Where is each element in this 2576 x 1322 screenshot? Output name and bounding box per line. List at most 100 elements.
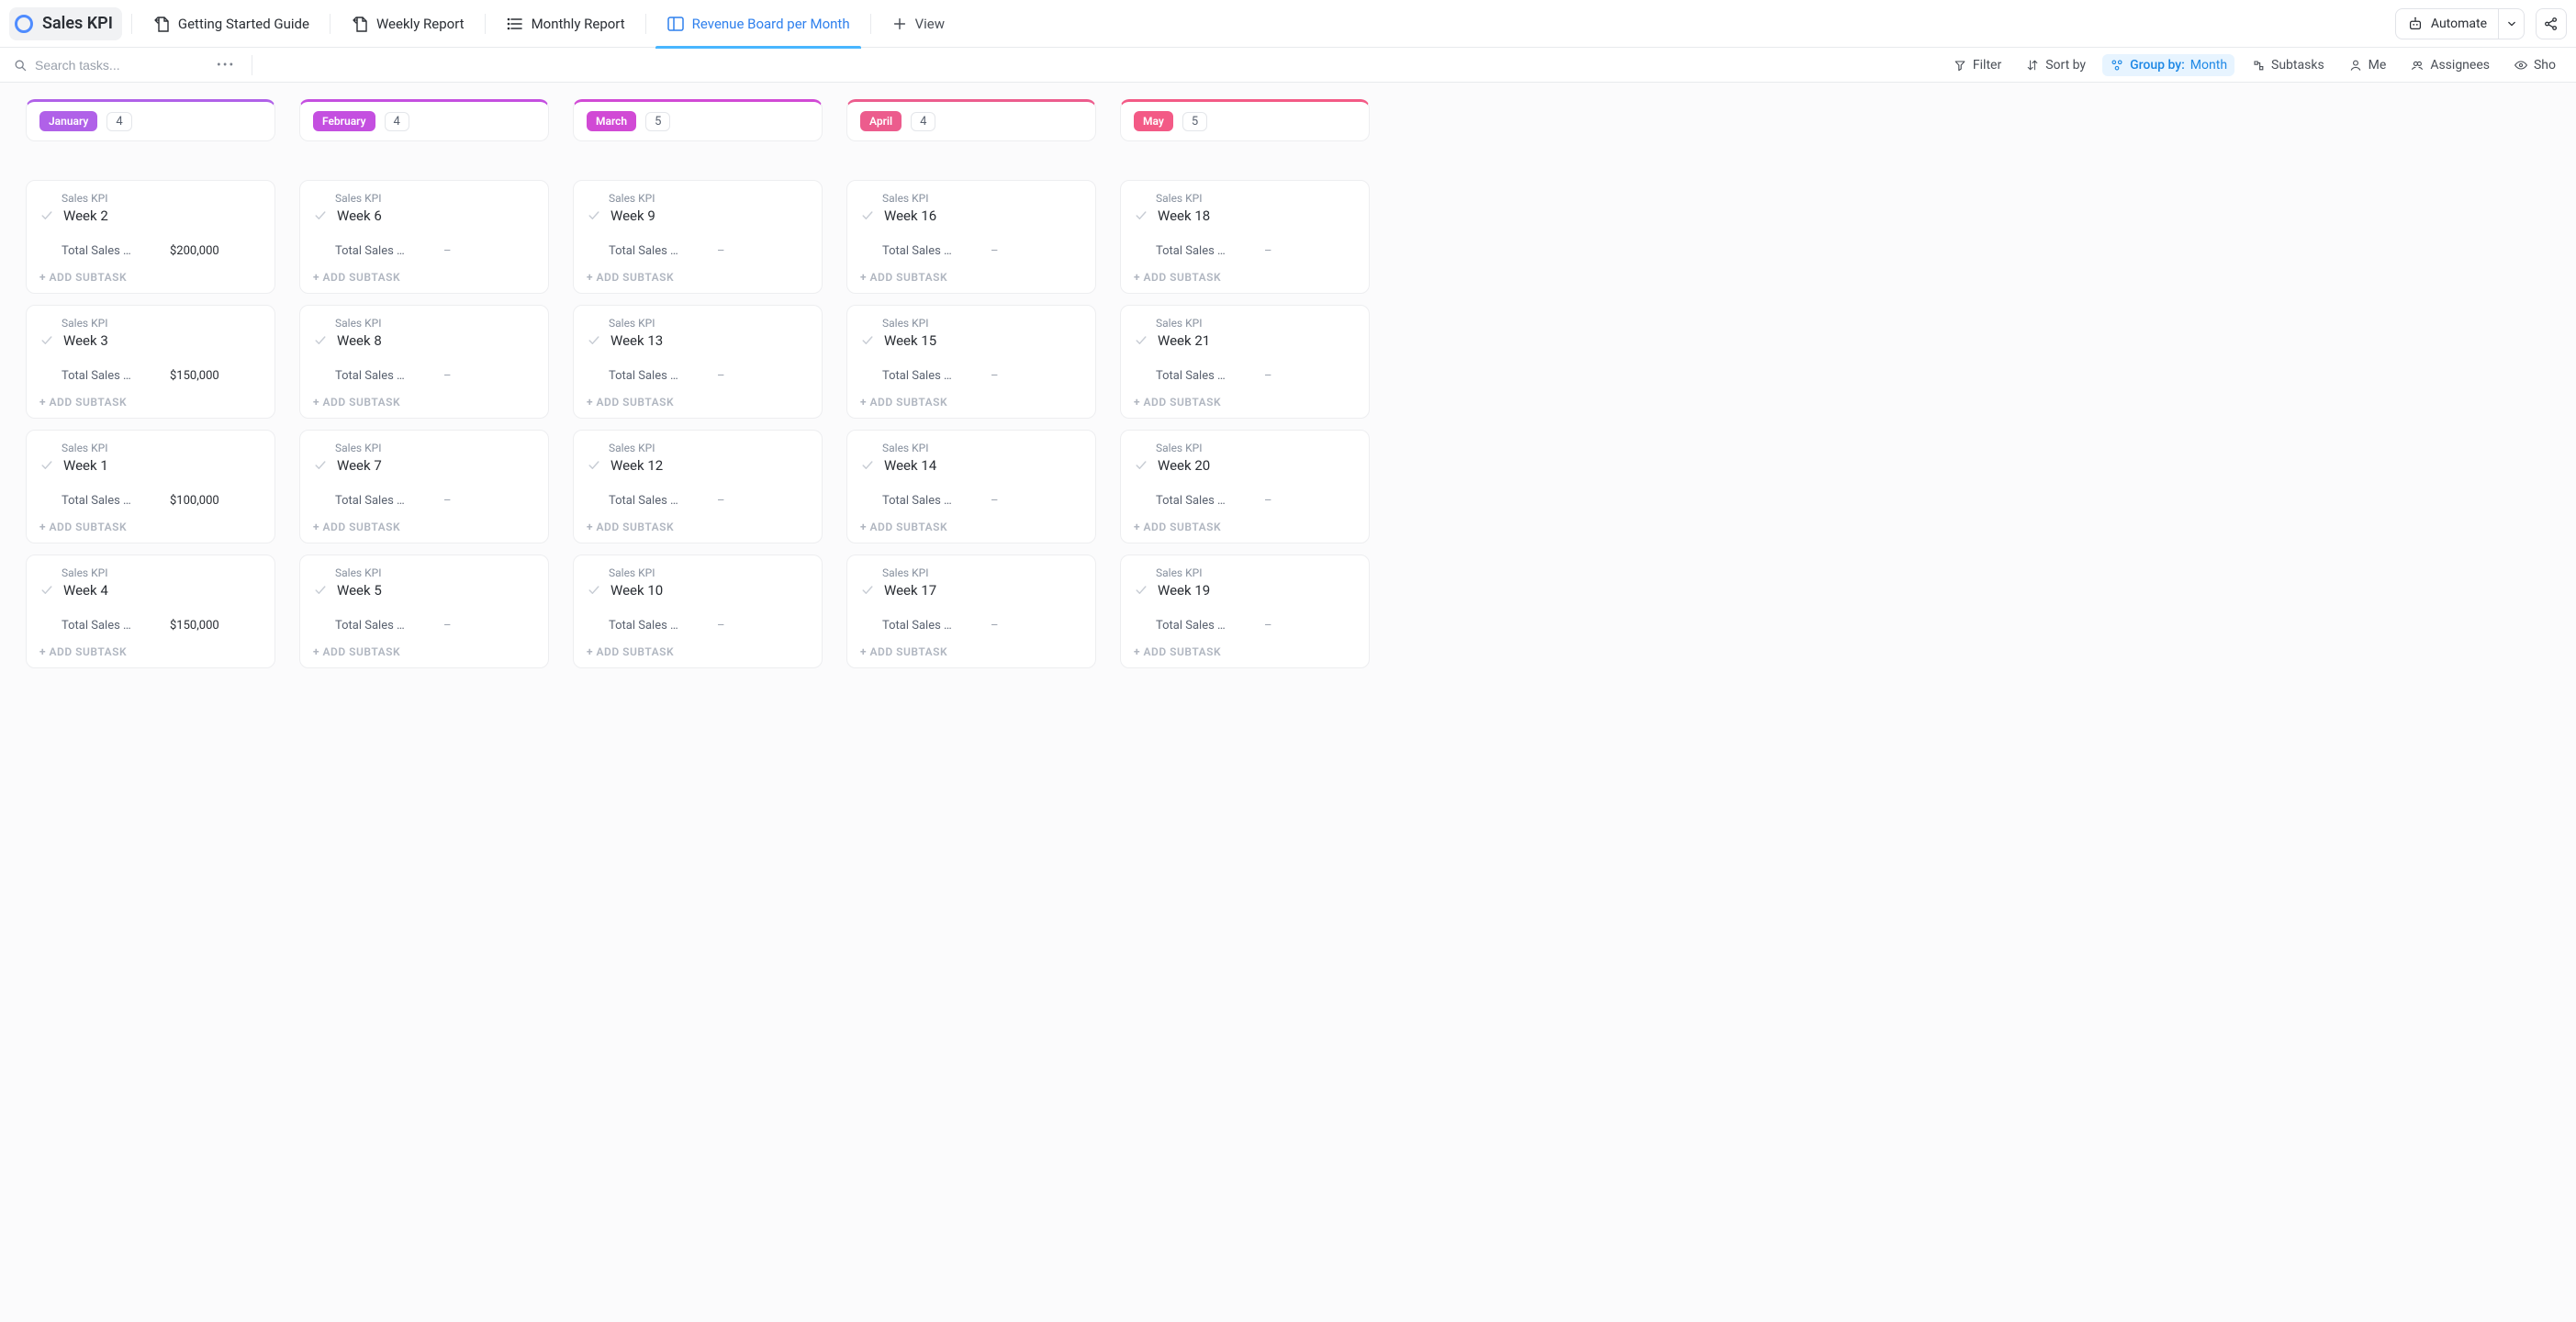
board-scroll[interactable]: January4 Sales KPIWeek 2Total Sales …$200… [0,83,2576,1322]
task-card[interactable]: Sales KPIWeek 19Total Sales …–ADD SUBTAS… [1120,555,1370,668]
field-label: Total Sales … [335,494,443,508]
add-subtask-button[interactable]: ADD SUBTASK [313,396,535,409]
task-card[interactable]: Sales KPIWeek 15Total Sales …–ADD SUBTAS… [846,305,1096,419]
add-subtask-button[interactable]: ADD SUBTASK [860,396,1082,409]
task-card[interactable]: Sales KPIWeek 10Total Sales …–ADD SUBTAS… [573,555,823,668]
tab-getting-started[interactable]: Getting Started Guide [141,0,320,48]
add-subtask-button[interactable]: ADD SUBTASK [39,271,262,284]
add-subtask-button[interactable]: ADD SUBTASK [860,645,1082,658]
task-card[interactable]: Sales KPIWeek 20Total Sales …–ADD SUBTAS… [1120,430,1370,543]
check-icon[interactable] [313,208,328,223]
more-options-button[interactable]: ••• [209,54,242,76]
task-card[interactable]: Sales KPIWeek 3Total Sales …$150,000ADD … [26,305,275,419]
me-button[interactable]: Me [2341,54,2394,76]
add-subtask-button[interactable]: ADD SUBTASK [313,645,535,658]
task-card[interactable]: Sales KPIWeek 5Total Sales …–ADD SUBTASK [299,555,549,668]
add-subtask-button[interactable]: ADD SUBTASK [1134,271,1356,284]
check-icon[interactable] [587,458,601,473]
task-project-label: Sales KPI [860,192,1082,205]
field-value-empty: – [717,494,725,508]
chevron-down-icon [2504,17,2519,31]
column-header[interactable]: January4 [26,99,275,141]
task-card[interactable]: Sales KPIWeek 16Total Sales …–ADD SUBTAS… [846,180,1096,294]
check-icon[interactable] [1134,583,1148,598]
field-label: Total Sales … [335,244,443,258]
add-subtask-button[interactable]: ADD SUBTASK [1134,645,1356,658]
list-title-chip[interactable]: Sales KPI [9,7,122,40]
check-icon[interactable] [587,208,601,223]
check-icon[interactable] [39,208,54,223]
task-card[interactable]: Sales KPIWeek 8Total Sales …–ADD SUBTASK [299,305,549,419]
check-icon[interactable] [1134,333,1148,348]
check-icon[interactable] [313,333,328,348]
add-subtask-button[interactable]: ADD SUBTASK [1134,521,1356,533]
add-subtask-button[interactable]: ADD SUBTASK [587,521,809,533]
add-subtask-button[interactable]: ADD SUBTASK [587,645,809,658]
assignees-button[interactable]: Assignees [2402,54,2497,76]
column-header[interactable]: February4 [299,99,549,141]
check-icon[interactable] [39,333,54,348]
add-subtask-button[interactable]: ADD SUBTASK [587,271,809,284]
group-by-button[interactable]: Group by: Month [2102,54,2234,76]
check-icon[interactable] [860,458,875,473]
task-card[interactable]: Sales KPIWeek 17Total Sales …–ADD SUBTAS… [846,555,1096,668]
task-card[interactable]: Sales KPIWeek 2Total Sales …$200,000ADD … [26,180,275,294]
add-subtask-button[interactable]: ADD SUBTASK [313,271,535,284]
check-icon[interactable] [860,208,875,223]
field-value-empty: – [991,244,999,258]
check-icon[interactable] [313,458,328,473]
subtasks-button[interactable]: Subtasks [2244,54,2332,76]
field-value-empty: – [991,494,999,508]
add-subtask-button[interactable]: ADD SUBTASK [587,396,809,409]
column-header[interactable]: May5 [1120,99,1370,141]
check-icon[interactable] [860,333,875,348]
check-icon[interactable] [587,583,601,598]
filter-button[interactable]: Filter [1945,54,2009,76]
board-column: February4 Sales KPIWeek 6Total Sales …–AD… [299,99,549,668]
add-subtask-button[interactable]: ADD SUBTASK [39,521,262,533]
add-subtask-button[interactable]: ADD SUBTASK [860,521,1082,533]
task-card[interactable]: Sales KPIWeek 9Total Sales …–ADD SUBTASK [573,180,823,294]
show-button[interactable]: Sho [2506,54,2563,76]
check-icon[interactable] [1134,458,1148,473]
automate-button[interactable]: Automate [2396,9,2498,39]
add-subtask-button[interactable]: ADD SUBTASK [313,521,535,533]
add-subtask-button[interactable]: ADD SUBTASK [39,645,262,658]
automate-caret-button[interactable] [2498,9,2524,39]
check-icon[interactable] [1134,208,1148,223]
board-column: March5 Sales KPIWeek 9Total Sales …–ADD S… [573,99,823,668]
task-card[interactable]: Sales KPIWeek 14Total Sales …–ADD SUBTAS… [846,430,1096,543]
check-icon[interactable] [860,583,875,598]
check-icon[interactable] [39,458,54,473]
task-card[interactable]: Sales KPIWeek 6Total Sales …–ADD SUBTASK [299,180,549,294]
task-card[interactable]: Sales KPIWeek 4Total Sales …$150,000ADD … [26,555,275,668]
add-view-button[interactable]: View [880,0,956,48]
search-input[interactable] [35,58,200,73]
check-icon[interactable] [587,333,601,348]
task-card[interactable]: Sales KPIWeek 12Total Sales …–ADD SUBTAS… [573,430,823,543]
subtasks-label: Subtasks [2271,58,2324,73]
tab-revenue-board[interactable]: Revenue Board per Month [655,0,861,48]
task-card[interactable]: Sales KPIWeek 7Total Sales …–ADD SUBTASK [299,430,549,543]
check-icon[interactable] [39,583,54,598]
share-button[interactable] [2536,8,2567,39]
task-card[interactable]: Sales KPIWeek 21Total Sales …–ADD SUBTAS… [1120,305,1370,419]
group-by-label: Group by: [2130,58,2185,73]
task-card[interactable]: Sales KPIWeek 18Total Sales …–ADD SUBTAS… [1120,180,1370,294]
column-header[interactable]: April4 [846,99,1096,141]
task-card[interactable]: Sales KPIWeek 1Total Sales …$100,000ADD … [26,430,275,543]
task-card[interactable]: Sales KPIWeek 13Total Sales …–ADD SUBTAS… [573,305,823,419]
check-icon[interactable] [313,583,328,598]
tab-label: Getting Started Guide [178,16,309,32]
add-subtask-button[interactable]: ADD SUBTASK [860,271,1082,284]
tab-weekly-report[interactable]: Weekly Report [340,0,476,48]
add-subtask-button[interactable]: ADD SUBTASK [1134,396,1356,409]
tab-monthly-report[interactable]: Monthly Report [495,0,636,48]
sort-button[interactable]: Sort by [2018,54,2093,76]
column-count-badge: 4 [385,112,409,131]
field-label: Total Sales … [609,244,717,258]
task-project-label: Sales KPI [1134,192,1356,205]
add-subtask-button[interactable]: ADD SUBTASK [39,396,262,409]
field-label: Total Sales … [882,244,991,258]
column-header[interactable]: March5 [573,99,823,141]
